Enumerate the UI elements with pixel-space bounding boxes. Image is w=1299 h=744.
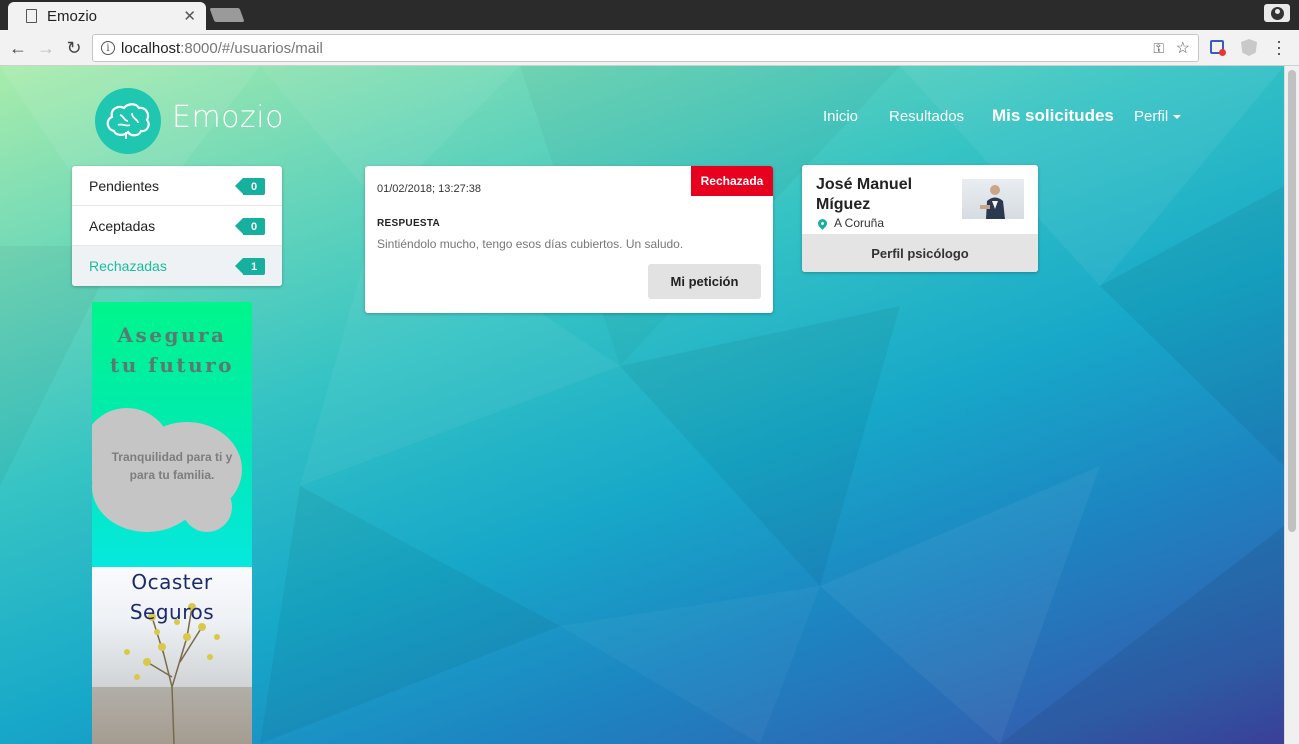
browser-tab-bar: Emozio ✕ — [0, 0, 1299, 30]
ad-subtext-line-2: para tu familia. — [129, 468, 215, 482]
ad-brand-line-2: Seguros — [129, 600, 215, 624]
ad-headline-line-1: Asegura — [117, 323, 227, 347]
filter-label: Pendientes — [89, 177, 160, 194]
filter-aceptadas[interactable]: Aceptadas 0 — [72, 206, 282, 246]
filter-rechazadas[interactable]: Rechazadas 1 — [72, 246, 282, 286]
request-card: Rechazada 01/02/2018; 13:27:38 RESPUESTA… — [365, 166, 773, 313]
url-path: :8000/#/usuarios/mail — [180, 39, 323, 57]
psychologist-card: José Manuel Míguez A Coruña Perfil psicó… — [802, 165, 1038, 272]
ad-bottom-panel: Ocaster Seguros — [92, 567, 252, 744]
extension-icon[interactable] — [1210, 40, 1226, 56]
caret-down-icon — [1173, 115, 1182, 120]
new-tab-button[interactable] — [209, 8, 245, 22]
angular-extension-icon[interactable] — [1241, 39, 1257, 56]
filter-label: Rechazadas — [89, 258, 167, 274]
close-tab-icon[interactable]: ✕ — [183, 7, 196, 25]
info-icon[interactable]: i — [101, 41, 115, 55]
scrollbar-thumb[interactable] — [1288, 70, 1296, 532]
request-filter-list: Pendientes 0 Aceptadas 0 Rechazadas 1 — [72, 166, 282, 286]
ad-subtext-line-1: Tranquilidad para ti y — [111, 450, 233, 464]
response-text: Sintiéndolo mucho, tengo esos días cubie… — [377, 237, 684, 251]
tab-title: Emozio — [47, 7, 98, 25]
ad-top-panel: Asegura tu futuro Tranquilidad para ti y… — [92, 302, 252, 567]
psychologist-profile-button[interactable]: Perfil psicólogo — [802, 234, 1038, 272]
ad-subtext: Tranquilidad para ti y para tu familia. — [92, 448, 252, 484]
map-pin-icon — [816, 216, 829, 230]
count-badge: 0 — [235, 218, 265, 235]
ad-headline: Asegura tu futuro — [92, 320, 252, 380]
forward-arrow-icon[interactable]: → — [34, 36, 58, 60]
response-label: RESPUESTA — [377, 218, 441, 229]
brain-icon — [106, 103, 150, 139]
status-badge: Rechazada — [691, 166, 773, 196]
filter-label: Aceptadas — [89, 217, 156, 234]
account-button[interactable] — [1264, 4, 1290, 22]
nav-perfil-dropdown[interactable]: Perfil — [1134, 108, 1182, 125]
page-scrollbar[interactable] — [1284, 66, 1299, 744]
ad-brand: Ocaster Seguros — [92, 567, 252, 627]
filter-pendientes[interactable]: Pendientes 0 — [72, 166, 282, 206]
page-background: Emozio Inicio Resultados Mis solicitudes… — [0, 66, 1284, 744]
bookmark-star-icon[interactable]: ☆ — [1176, 38, 1190, 58]
browser-toolbar: ← → ↻ i localhost:8000/#/usuarios/mail ⚿… — [0, 30, 1299, 66]
nav-resultados[interactable]: Resultados — [889, 108, 964, 125]
count-badge: 0 — [235, 178, 265, 195]
document-icon — [26, 9, 37, 23]
psychologist-photo — [962, 179, 1024, 219]
nav-perfil-label: Perfil — [1134, 108, 1169, 125]
address-bar[interactable]: i localhost:8000/#/usuarios/mail ⚿ ☆ — [92, 34, 1199, 62]
nav-mis-solicitudes[interactable]: Mis solicitudes — [992, 106, 1114, 126]
key-icon[interactable]: ⚿ — [1153, 40, 1164, 57]
url-host: localhost — [121, 39, 181, 57]
psychologist-name-line-2: Míguez — [816, 196, 871, 213]
insurance-ad-banner[interactable]: Asegura tu futuro Tranquilidad para ti y… — [92, 302, 252, 744]
psychologist-name: José Manuel Míguez — [816, 175, 946, 215]
location-text: A Coruña — [834, 216, 885, 230]
brand-name[interactable]: Emozio — [172, 100, 284, 135]
person-photo-image — [980, 185, 1005, 219]
request-date: 01/02/2018; 13:27:38 — [377, 183, 481, 195]
brain-logo[interactable] — [95, 88, 161, 154]
psychologist-location: A Coruña — [816, 216, 885, 230]
account-icon — [1270, 6, 1284, 20]
browser-menu-icon[interactable]: · · · — [1276, 32, 1282, 62]
cloud-shape — [182, 482, 232, 532]
ad-brand-line-1: Ocaster — [131, 570, 213, 594]
ad-headline-line-2: tu futuro — [109, 353, 235, 377]
count-badge: 1 — [235, 258, 265, 275]
nav-inicio[interactable]: Inicio — [823, 108, 858, 125]
reload-icon[interactable]: ↻ — [62, 36, 86, 60]
psychologist-name-line-1: José Manuel — [816, 176, 913, 193]
back-arrow-icon[interactable]: ← — [6, 36, 30, 60]
my-request-button[interactable]: Mi petición — [648, 264, 761, 299]
browser-tab[interactable]: Emozio ✕ — [8, 2, 206, 30]
